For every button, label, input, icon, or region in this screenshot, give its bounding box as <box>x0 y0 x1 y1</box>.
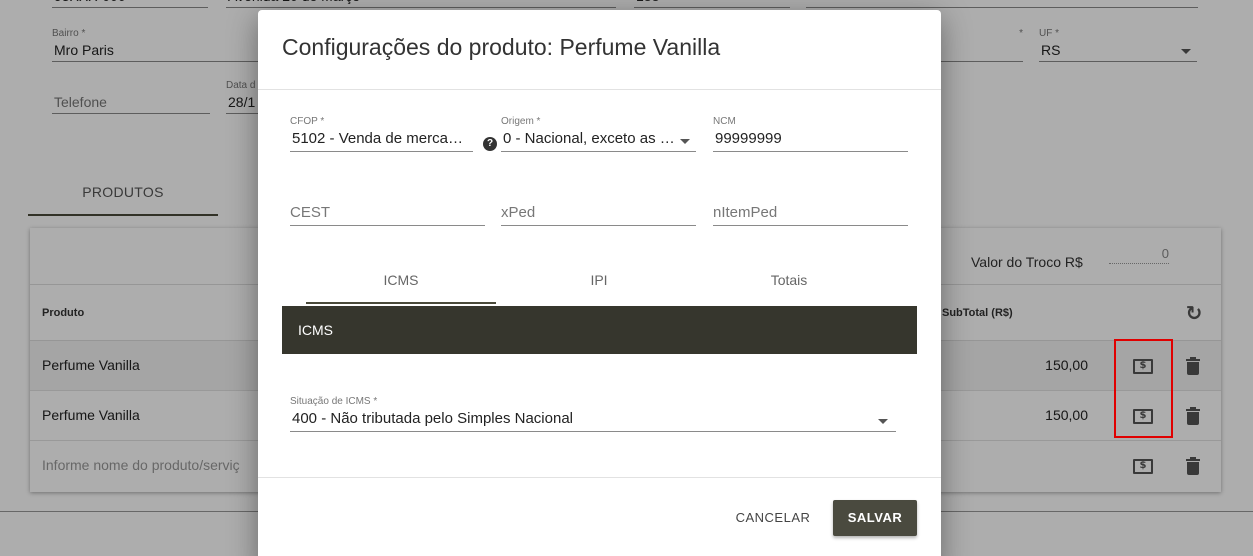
cest-placeholder: CEST <box>290 202 485 226</box>
chevron-down-icon <box>680 139 690 144</box>
save-button[interactable]: SALVAR <box>833 500 917 536</box>
highlight-box <box>1114 339 1173 438</box>
situacao-icms-select[interactable]: Situação de ICMS * 400 - Não tributada p… <box>290 396 896 432</box>
cest-field[interactable]: CEST <box>290 202 485 226</box>
nitemped-placeholder: nItemPed <box>713 202 908 226</box>
xped-field[interactable]: xPed <box>501 202 696 226</box>
divider <box>258 477 941 478</box>
dialog-title: Configurações do produto: Perfume Vanill… <box>282 34 721 60</box>
nitemped-field[interactable]: nItemPed <box>713 202 908 226</box>
chevron-down-icon <box>878 419 888 424</box>
situacao-icms-value: 400 - Não tributada pelo Simples Naciona… <box>290 409 896 432</box>
origem-label: Origem * <box>501 116 541 127</box>
ncm-field[interactable]: NCM 99999999 <box>713 116 908 152</box>
tab-totais[interactable]: Totais <box>694 260 884 304</box>
product-config-dialog: Configurações do produto: Perfume Vanill… <box>258 10 941 556</box>
divider <box>258 89 941 90</box>
tab-ipi[interactable]: IPI <box>504 260 694 304</box>
situacao-icms-label: Situação de ICMS * <box>290 396 378 407</box>
origem-value: 0 - Nacional, exceto as indicadas nos có… <box>501 129 696 152</box>
origem-select[interactable]: Origem * 0 - Nacional, exceto as indicad… <box>501 116 696 152</box>
tab-icms[interactable]: ICMS <box>306 260 496 304</box>
icms-section-header: ICMS <box>282 306 917 354</box>
help-icon[interactable]: ? <box>483 137 497 151</box>
ncm-label: NCM <box>713 116 736 127</box>
cfop-label: CFOP * <box>290 116 325 127</box>
cancel-button[interactable]: CANCELAR <box>728 508 818 528</box>
xped-placeholder: xPed <box>501 202 696 226</box>
cfop-value: 5102 - Venda de mercadoria <box>290 129 473 152</box>
cfop-select[interactable]: CFOP * 5102 - Venda de mercadoria <box>290 116 473 152</box>
ncm-value: 99999999 <box>713 129 908 152</box>
